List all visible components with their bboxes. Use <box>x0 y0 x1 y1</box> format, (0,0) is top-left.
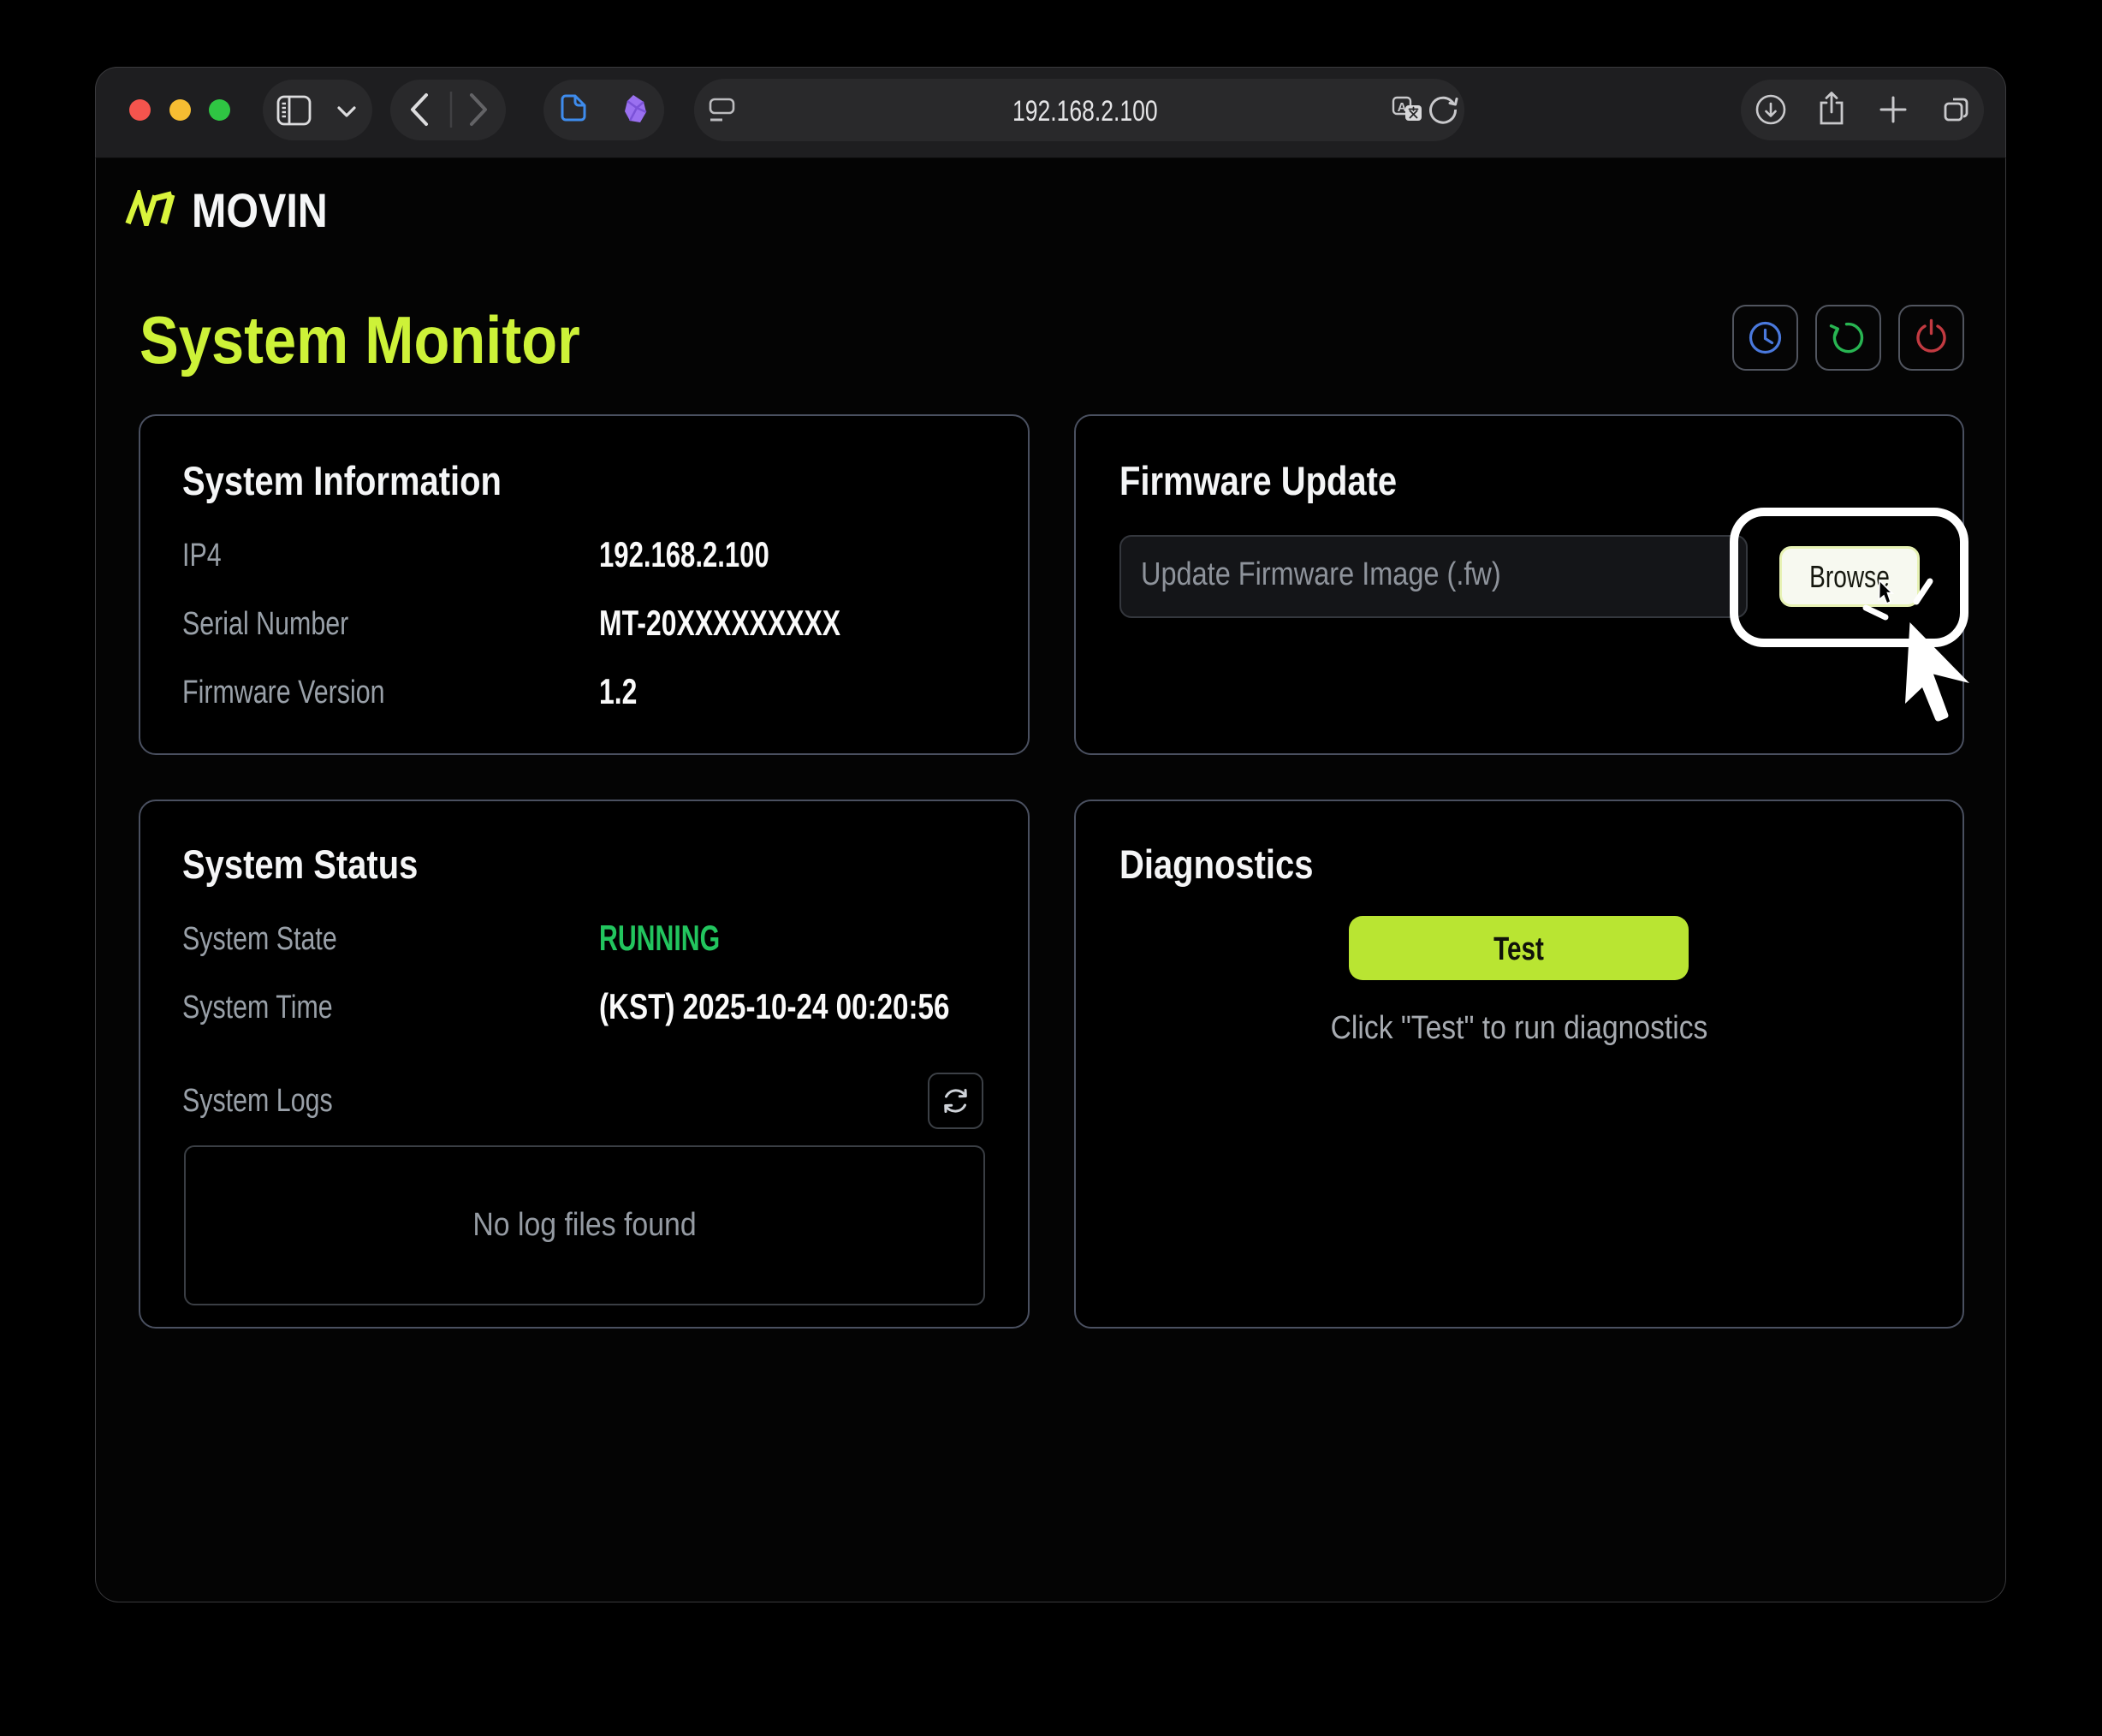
svg-text:A: A <box>1398 100 1407 115</box>
